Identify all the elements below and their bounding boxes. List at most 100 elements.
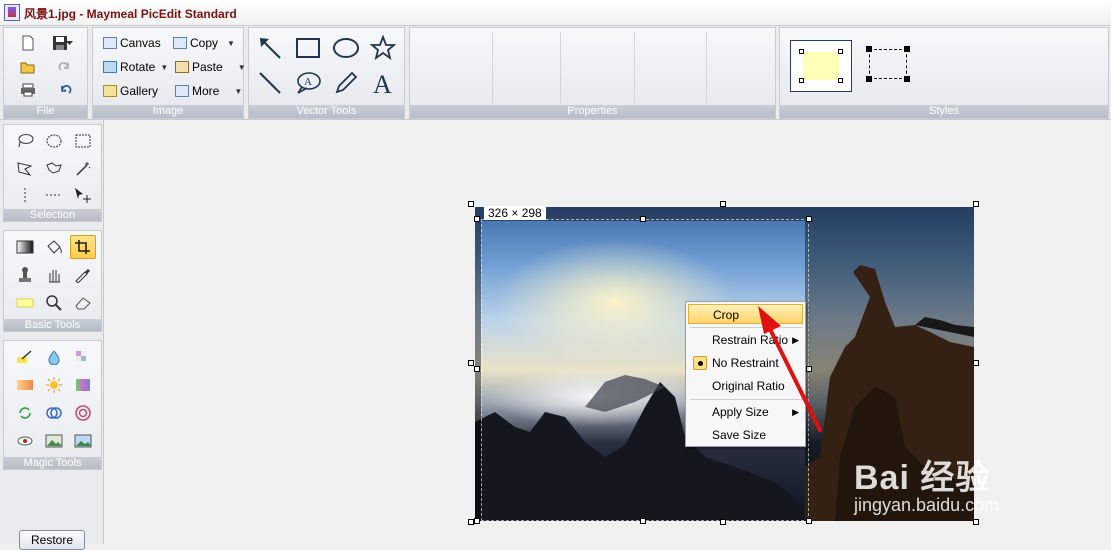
menu-separator [690, 327, 803, 328]
lasso-icon[interactable] [12, 129, 38, 153]
crop-handle[interactable] [806, 216, 812, 222]
paste-icon [175, 61, 189, 73]
resize-handle[interactable] [973, 360, 979, 366]
basic-tools-label: Basic Tools [4, 319, 101, 331]
ellipse-tool-icon[interactable] [329, 33, 363, 63]
clone-stamp-icon[interactable] [12, 263, 38, 287]
paste-label: Paste [192, 60, 223, 74]
more-label: More [192, 84, 220, 98]
copy-button[interactable]: Copy ▼ [173, 33, 235, 53]
rectangle-tool-icon[interactable] [291, 33, 325, 63]
copy-label: Copy [190, 36, 219, 50]
undo-icon[interactable] [54, 80, 76, 100]
chevron-down-icon: ▼ [160, 62, 169, 72]
rotate-icon [103, 61, 117, 73]
submenu-arrow-icon: ▶ [792, 335, 799, 345]
print-icon[interactable] [17, 80, 39, 100]
resize-handle[interactable] [720, 201, 726, 207]
gallery-button[interactable]: Gallery [103, 81, 158, 101]
menu-item-label: Original Ratio [712, 379, 785, 393]
arrow-line-tool-icon[interactable] [253, 33, 287, 63]
picture-frame-icon[interactable] [41, 429, 67, 453]
crop-handle[interactable] [640, 518, 646, 524]
outline-style-swatch[interactable] [866, 46, 910, 82]
crop-handle[interactable] [474, 366, 480, 372]
menu-item-label: Restrain Ratio [712, 333, 789, 347]
magnetic-lasso-icon[interactable] [41, 157, 67, 181]
vertical-line-select-icon[interactable] [12, 183, 38, 207]
divider [560, 32, 561, 104]
resize-handle[interactable] [468, 201, 474, 207]
horizontal-line-select-icon[interactable] [41, 183, 67, 207]
chevron-down-icon: ▼ [237, 62, 246, 72]
gallery-icon [103, 85, 117, 97]
sun-brightness-icon[interactable] [41, 373, 67, 397]
save-dropdown-icon[interactable] [64, 33, 76, 53]
left-tool-panel: Selection Basic Tools Magic Tools [0, 120, 104, 544]
polygon-lasso-icon[interactable] [12, 157, 38, 181]
red-eye-icon[interactable] [12, 429, 38, 453]
watermark-url: jingyan.baidu.com [854, 495, 1000, 515]
menu-item-label: No Restraint [712, 356, 779, 370]
menu-item-original-ratio[interactable]: Original Ratio [688, 376, 803, 396]
ellipse-select-icon[interactable] [41, 129, 67, 153]
canvas-label: Canvas [120, 36, 161, 50]
target-circle-icon[interactable] [70, 401, 96, 425]
resize-handle[interactable] [973, 201, 979, 207]
menu-item-label: Apply Size [712, 405, 769, 419]
magic-wand-icon[interactable] [70, 157, 96, 181]
overlap-circles-icon[interactable] [41, 401, 67, 425]
new-file-icon[interactable] [17, 33, 39, 53]
crop-handle[interactable] [806, 366, 812, 372]
line-tool-icon[interactable] [253, 68, 287, 98]
water-drop-icon[interactable] [41, 345, 67, 369]
star-tool-icon[interactable] [366, 33, 400, 63]
gradient-icon[interactable] [12, 235, 38, 259]
selection-size-label: 326 × 298 [484, 206, 546, 220]
zoom-icon[interactable] [41, 291, 67, 315]
crop-handle[interactable] [474, 216, 480, 222]
crop-handle[interactable] [474, 518, 480, 524]
vector-tools-group: A A Vector Tools [248, 27, 405, 119]
mosaic-icon[interactable] [70, 345, 96, 369]
canvas-button[interactable]: Canvas [103, 33, 161, 53]
hand-icon[interactable] [41, 263, 67, 287]
open-folder-icon[interactable] [17, 57, 39, 77]
menu-item-apply-size[interactable]: Apply Size ▶ [688, 402, 803, 422]
move-select-icon[interactable] [70, 183, 96, 207]
saturation-icon[interactable] [70, 373, 96, 397]
crop-icon[interactable] [70, 235, 96, 259]
file-group-label: File [4, 105, 87, 118]
crop-handle[interactable] [806, 518, 812, 524]
brightness-pen-icon[interactable] [12, 345, 38, 369]
selection-group: Selection [3, 124, 102, 222]
color-balance-icon[interactable] [12, 373, 38, 397]
paint-bucket-icon[interactable] [41, 235, 67, 259]
highlighter-icon[interactable] [12, 291, 38, 315]
callout-tool-icon[interactable]: A [291, 68, 325, 98]
gallery-label: Gallery [120, 84, 159, 98]
crop-handle[interactable] [640, 216, 646, 222]
rect-select-icon[interactable] [70, 129, 96, 153]
menu-item-restrain-ratio[interactable]: Restrain Ratio ▶ [688, 330, 803, 350]
menu-item-no-restraint[interactable]: No Restraint [688, 353, 803, 373]
text-tool-icon[interactable]: A [366, 68, 400, 98]
refresh-color-icon[interactable] [12, 401, 38, 425]
landscape-image-icon[interactable] [70, 429, 96, 453]
more-button[interactable]: More ▼ [175, 81, 242, 101]
app-icon [4, 4, 20, 21]
styles-group: Styles [779, 27, 1109, 119]
fill-style-swatch[interactable] [790, 40, 852, 92]
menu-item-crop[interactable]: Crop [688, 304, 803, 324]
rotate-button[interactable]: Rotate ▼ [103, 57, 168, 77]
paste-button[interactable]: Paste ▼ [175, 57, 246, 77]
redo-icon[interactable] [54, 57, 76, 77]
pencil-tool-icon[interactable] [329, 68, 363, 98]
eraser-icon[interactable] [70, 291, 96, 315]
color-picker-icon[interactable] [70, 263, 96, 287]
restore-button[interactable]: Restore [19, 530, 85, 550]
title-bar: 风景1.jpg - Maymeal PicEdit Standard [0, 0, 1111, 26]
divider [492, 32, 493, 104]
canvas-icon [103, 37, 117, 49]
menu-item-save-size[interactable]: Save Size [688, 425, 803, 445]
